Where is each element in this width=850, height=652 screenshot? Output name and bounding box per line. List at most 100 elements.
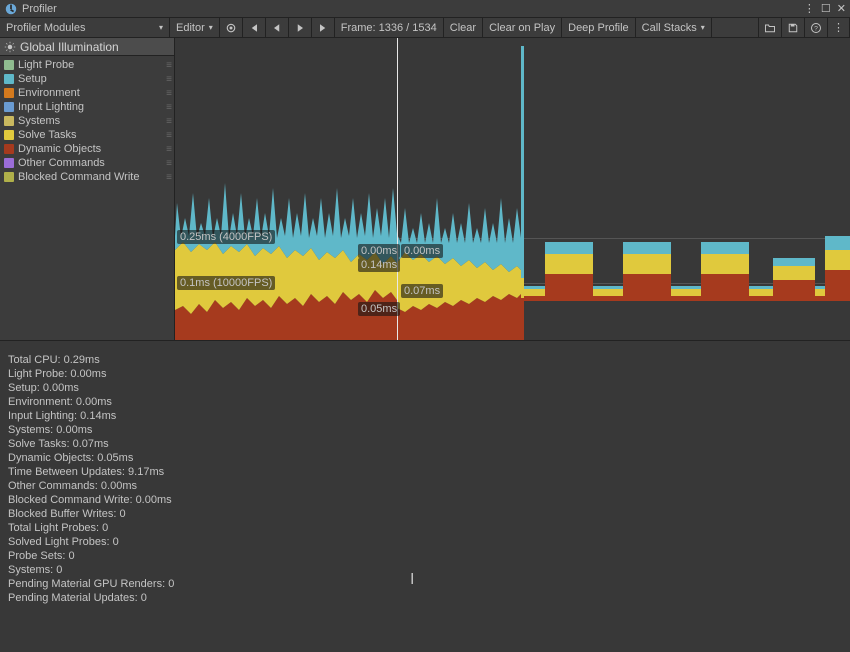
gi-icon (4, 41, 16, 53)
svg-text:?: ? (814, 25, 818, 32)
legend-swatch (4, 172, 14, 182)
legend-label: Light Probe (18, 59, 74, 71)
legend-label: Setup (18, 73, 47, 85)
legend-label: Systems (18, 115, 60, 127)
skip-last-icon (317, 22, 329, 34)
drag-handle-icon[interactable]: ≡ (166, 60, 170, 71)
drag-handle-icon[interactable]: ≡ (166, 74, 170, 85)
legend-item[interactable]: Systems ≡ (0, 114, 174, 128)
legend-item[interactable]: Other Commands ≡ (0, 156, 174, 170)
legend-swatch (4, 60, 14, 70)
legend-swatch (4, 130, 14, 140)
clear-on-play-button[interactable]: Clear on Play (483, 18, 562, 37)
module-header[interactable]: Global Illumination (0, 38, 174, 56)
help-icon: ? (810, 22, 822, 34)
legend-label: Blocked Command Write (18, 171, 139, 183)
deep-profile-button[interactable]: Deep Profile (562, 18, 636, 37)
legend-swatch (4, 158, 14, 168)
next-icon (294, 22, 306, 34)
detail-line: Pending Material GPU Renders: 0 (8, 577, 842, 591)
drag-handle-icon[interactable]: ≡ (166, 116, 170, 127)
prev-frame-button[interactable] (266, 18, 289, 37)
frame-label: Frame: 1336 / 1534 (335, 18, 444, 37)
detail-line: Setup: 0.00ms (8, 381, 842, 395)
legend-label: Dynamic Objects (18, 143, 101, 155)
legend-item[interactable]: Light Probe ≡ (0, 58, 174, 72)
module-name: Global Illumination (20, 40, 119, 54)
legend-label: Solve Tasks (18, 129, 77, 141)
legend-swatch (4, 102, 14, 112)
kebab-icon: ⋮ (833, 21, 844, 34)
cursor-readout-4: 0.07ms (401, 284, 443, 298)
detail-line: Pending Material Updates: 0 (8, 591, 842, 605)
legend-item[interactable]: Solve Tasks ≡ (0, 128, 174, 142)
chart-svg (175, 38, 850, 340)
detail-line: Time Between Updates: 9.17ms (8, 465, 842, 479)
legend-swatch (4, 74, 14, 84)
cursor-readout-3: 0.14ms (358, 258, 400, 272)
help-button[interactable]: ? (805, 18, 828, 37)
legend-swatch (4, 88, 14, 98)
drag-handle-icon[interactable]: ≡ (166, 130, 170, 141)
context-menu-icon[interactable]: ⋮ (804, 2, 815, 15)
legend-label: Environment (18, 87, 80, 99)
toolbar: Profiler Modules Editor Frame: 1336 / 15… (0, 18, 850, 38)
legend-item[interactable]: Dynamic Objects ≡ (0, 142, 174, 156)
maximize-icon[interactable]: ☐ (821, 2, 831, 15)
close-icon[interactable]: ✕ (837, 2, 846, 15)
save-button[interactable] (782, 18, 805, 37)
first-frame-button[interactable] (243, 18, 266, 37)
legend: Light Probe≡Setup≡Environment≡Input Ligh… (0, 56, 174, 186)
window-title: Profiler (22, 3, 804, 15)
detail-line: Blocked Command Write: 0.00ms (8, 493, 842, 507)
legend-label: Other Commands (18, 157, 105, 169)
cursor-readout-2: 0.00ms (401, 244, 443, 258)
record-icon (225, 22, 237, 34)
save-icon (787, 22, 799, 34)
next-frame-button[interactable] (289, 18, 312, 37)
detail-line: Probe Sets: 0 (8, 549, 842, 563)
detail-line: Light Probe: 0.00ms (8, 367, 842, 381)
record-button[interactable] (220, 18, 243, 37)
details-pane: Total CPU: 0.29msLight Probe: 0.00msSetu… (0, 340, 850, 652)
detail-line: Environment: 0.00ms (8, 395, 842, 409)
drag-handle-icon[interactable]: ≡ (166, 158, 170, 169)
folder-open-icon (764, 22, 776, 34)
drag-handle-icon[interactable]: ≡ (166, 88, 170, 99)
gridline-label-025: 0.25ms (4000FPS) (177, 230, 275, 244)
titlebar: Profiler ⋮ ☐ ✕ (0, 0, 850, 18)
detail-line: Systems: 0 (8, 563, 842, 577)
cursor-readout-5: 0.05ms (358, 302, 400, 316)
text-cursor-icon: I (410, 571, 414, 589)
profiler-modules-dropdown[interactable]: Profiler Modules (0, 18, 170, 37)
legend-item[interactable]: Blocked Command Write ≡ (0, 170, 174, 184)
legend-item[interactable]: Setup ≡ (0, 72, 174, 86)
detail-line: Total CPU: 0.29ms (8, 353, 842, 367)
detail-line: Systems: 0.00ms (8, 423, 842, 437)
drag-handle-icon[interactable]: ≡ (166, 172, 170, 183)
prev-icon (271, 22, 283, 34)
detail-line: Total Light Probes: 0 (8, 521, 842, 535)
gridline-label-01: 0.1ms (10000FPS) (177, 276, 275, 290)
menu-button[interactable]: ⋮ (828, 18, 850, 37)
detail-line: Solve Tasks: 0.07ms (8, 437, 842, 451)
call-stacks-dropdown[interactable]: Call Stacks (636, 18, 712, 37)
drag-handle-icon[interactable]: ≡ (166, 144, 170, 155)
clear-button[interactable]: Clear (444, 18, 483, 37)
detail-line: Dynamic Objects: 0.05ms (8, 451, 842, 465)
drag-handle-icon[interactable]: ≡ (166, 102, 170, 113)
detail-line: Input Lighting: 0.14ms (8, 409, 842, 423)
chart-area[interactable]: 0.25ms (4000FPS) 0.1ms (10000FPS) 0.00ms… (175, 38, 850, 340)
last-frame-button[interactable] (312, 18, 335, 37)
load-button[interactable] (759, 18, 782, 37)
detail-line: Solved Light Probes: 0 (8, 535, 842, 549)
legend-swatch (4, 116, 14, 126)
legend-item[interactable]: Input Lighting ≡ (0, 100, 174, 114)
legend-item[interactable]: Environment ≡ (0, 86, 174, 100)
detail-line: Other Commands: 0.00ms (8, 479, 842, 493)
target-dropdown[interactable]: Editor (170, 18, 220, 37)
sidebar: Global Illumination Light Probe≡Setup≡En… (0, 38, 175, 340)
frame-cursor[interactable] (397, 38, 398, 340)
legend-label: Input Lighting (18, 101, 84, 113)
legend-swatch (4, 144, 14, 154)
